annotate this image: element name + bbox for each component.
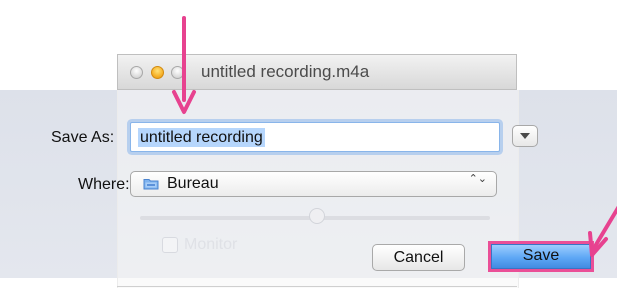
select-updown-icon: ⌃⌄	[468, 173, 487, 185]
save-as-label: Save As:	[51, 129, 115, 146]
cancel-button[interactable]: Cancel	[372, 244, 465, 271]
expand-dialog-button[interactable]	[512, 125, 538, 147]
zoom-window-button[interactable]	[171, 66, 184, 79]
bottom-divider	[117, 286, 517, 287]
where-selected-folder: Bureau	[167, 175, 219, 192]
where-select[interactable]: Bureau ⌃⌄	[130, 171, 497, 197]
where-label: Where:	[78, 176, 130, 193]
triangle-down-icon	[520, 133, 530, 139]
close-window-button[interactable]	[130, 66, 143, 79]
filename-selected-text: untitled recording	[138, 128, 265, 147]
screenshot-stage: untitled recording.m4a Monitor Save As: …	[0, 0, 617, 293]
window-titlebar: untitled recording.m4a	[117, 54, 517, 90]
monitor-label: Monitor	[184, 236, 238, 253]
minimize-window-button[interactable]	[151, 66, 164, 79]
save-button[interactable]: Save	[488, 241, 594, 272]
filename-field[interactable]: untitled recording	[130, 122, 500, 152]
folder-icon	[143, 179, 159, 190]
window-title: untitled recording.m4a	[201, 62, 370, 81]
volume-slider-knob	[309, 208, 325, 224]
monitor-checkbox	[162, 237, 178, 253]
